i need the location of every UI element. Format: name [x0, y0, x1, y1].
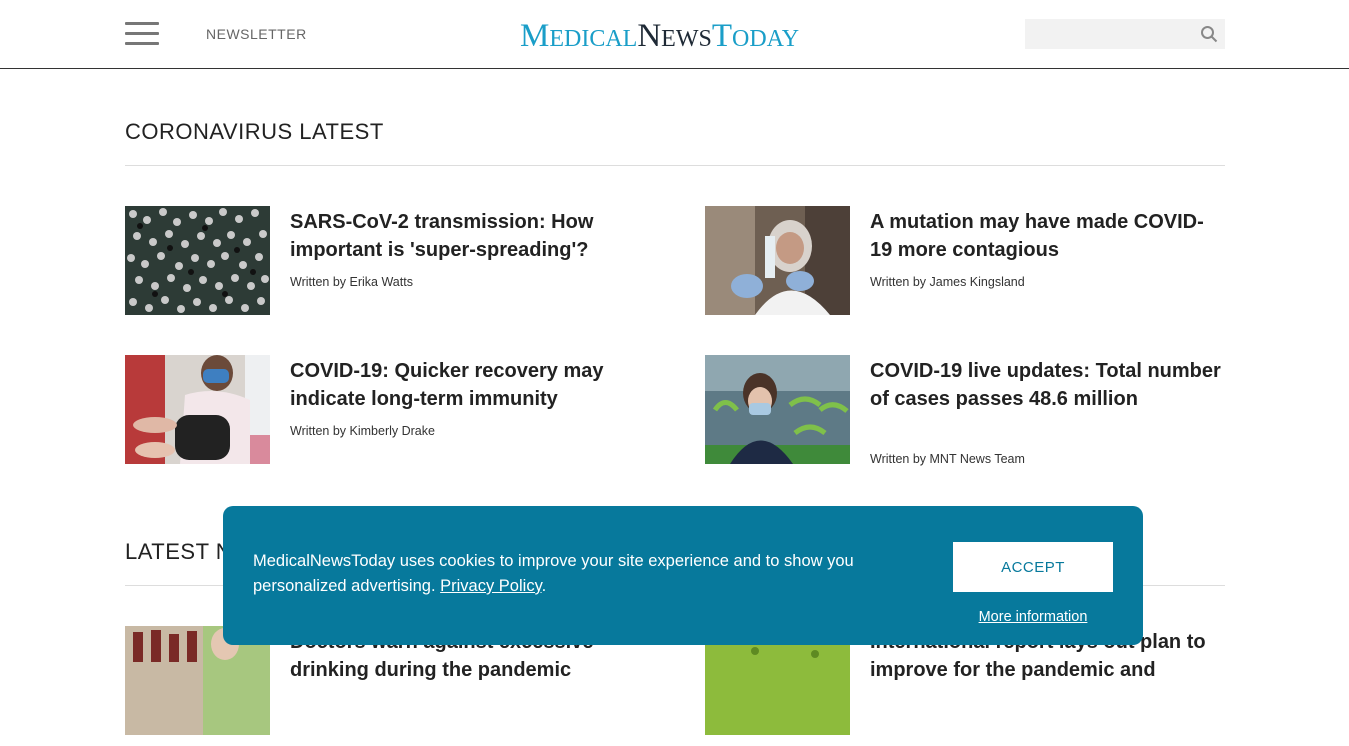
- article-byline: Written by Kimberly Drake: [290, 424, 435, 438]
- accept-button[interactable]: ACCEPT: [953, 542, 1113, 592]
- search-input[interactable]: [1025, 19, 1190, 49]
- cookie-banner: MedicalNewsToday uses cookies to improve…: [223, 506, 1143, 645]
- cookie-text: MedicalNewsToday uses cookies to improve…: [253, 552, 854, 595]
- search-box: [1025, 19, 1225, 49]
- more-information-link[interactable]: More information: [973, 609, 1093, 625]
- search-icon[interactable]: [1200, 25, 1218, 43]
- article-byline: Written by Erika Watts: [290, 275, 413, 289]
- site-header: NEWSLETTER MEDICALNEWSTODAY: [0, 0, 1349, 69]
- article-title[interactable]: COVID-19 live updates: Total number of c…: [870, 357, 1225, 413]
- article-thumbnail[interactable]: [705, 206, 850, 315]
- privacy-policy-link[interactable]: Privacy Policy: [440, 577, 541, 595]
- article-title[interactable]: SARS-CoV-2 transmission: How important i…: [290, 208, 645, 264]
- article-thumbnail[interactable]: [705, 355, 850, 464]
- article-byline: Written by James Kingsland: [870, 275, 1025, 289]
- menu-icon[interactable]: [125, 22, 159, 46]
- cookie-text-end: .: [541, 577, 547, 595]
- cookie-message: MedicalNewsToday uses cookies to improve…: [253, 549, 903, 599]
- article-card[interactable]: SARS-CoV-2 transmission: How important i…: [125, 206, 645, 326]
- section-divider: [125, 165, 1225, 166]
- article-thumbnail[interactable]: [125, 355, 270, 464]
- section-title-coronavirus: CORONAVIRUS LATEST: [125, 119, 384, 144]
- site-logo[interactable]: MEDICALNEWSTODAY: [520, 18, 830, 54]
- article-title[interactable]: A mutation may have made COVID-19 more c…: [870, 208, 1225, 264]
- newsletter-link[interactable]: NEWSLETTER: [206, 26, 307, 42]
- article-card[interactable]: COVID-19 live updates: Total number of c…: [705, 355, 1225, 475]
- article-byline: Written by MNT News Team: [870, 452, 1025, 466]
- article-title[interactable]: COVID-19: Quicker recovery may indicate …: [290, 357, 645, 413]
- article-card[interactable]: COVID-19: Quicker recovery may indicate …: [125, 355, 645, 475]
- article-thumbnail[interactable]: [125, 206, 270, 315]
- article-card[interactable]: A mutation may have made COVID-19 more c…: [705, 206, 1225, 326]
